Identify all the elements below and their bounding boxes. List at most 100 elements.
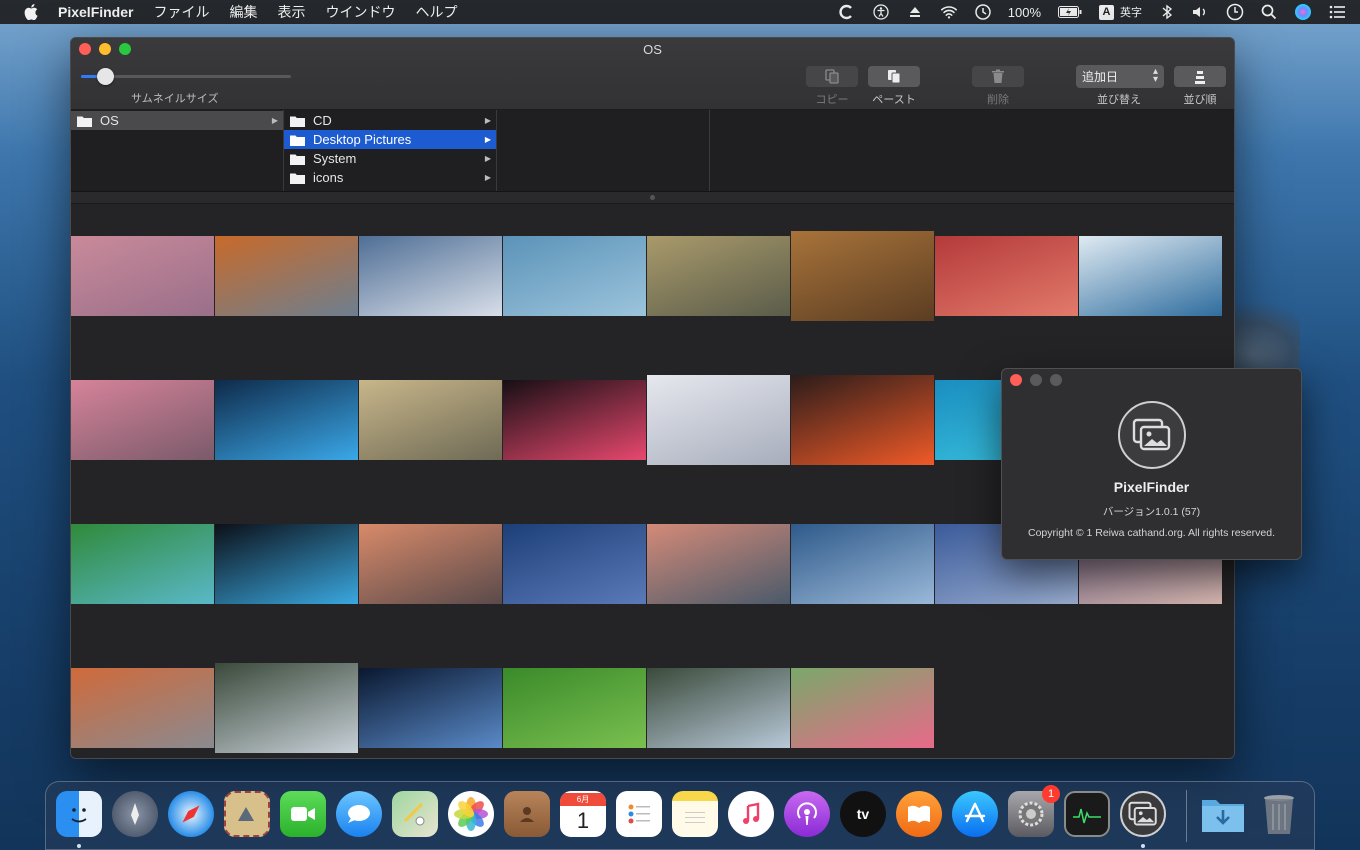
notification-center-icon[interactable] [1328,3,1346,21]
reminders-icon[interactable] [616,791,662,837]
apple-menu-icon[interactable] [22,3,40,21]
wallpaper-thumbnail[interactable] [359,668,502,748]
podcasts-icon[interactable] [784,791,830,837]
mail-icon[interactable] [224,791,270,837]
app-store-icon[interactable] [952,791,998,837]
about-version: バージョン1.0.1 (57) [1102,506,1201,518]
tv-icon[interactable]: tv [840,791,886,837]
sort-order-icon [1195,70,1205,84]
pixelfinder-icon[interactable] [1120,791,1166,837]
wallpaper-thumbnail[interactable] [215,524,358,604]
trash-icon[interactable] [1256,791,1302,837]
delete-label: 削除 [987,94,1009,106]
wallpaper-thumbnail[interactable] [503,668,646,748]
eject-icon[interactable] [906,3,924,21]
siri-icon[interactable] [1294,3,1312,21]
notes-icon[interactable] [672,791,718,837]
copy-button[interactable] [806,66,858,87]
menu-edit[interactable]: 編集 [229,2,257,22]
wallpaper-thumbnail[interactable] [647,524,790,604]
spotlight-search-icon[interactable] [1260,3,1278,21]
wallpaper-thumbnail[interactable] [359,524,502,604]
split-divider[interactable] [71,192,1234,204]
wallpaper-thumbnail[interactable] [71,524,214,604]
menu-help[interactable]: ヘルプ [415,2,457,22]
window-title: OS [643,42,662,57]
battery-icon[interactable] [1057,3,1083,21]
wifi-icon[interactable] [940,3,958,21]
wallpaper-thumbnail[interactable] [215,380,358,460]
wallpaper-thumbnail[interactable] [647,668,790,748]
about-app-name: PixelFinder [1113,479,1190,495]
paste-button[interactable] [868,66,920,87]
messages-icon[interactable] [336,791,382,837]
bluetooth-icon[interactable] [1158,3,1176,21]
window-titlebar: OS サムネイルサイズ コピー ペースト 削除 追加日 ▴ ▾ 並び替え 並び順 [71,38,1234,110]
contacts-icon[interactable] [504,791,550,837]
split-handle[interactable] [650,195,655,200]
photos-icon[interactable] [448,791,494,837]
wallpaper-thumbnail[interactable] [359,380,502,460]
facetime-icon[interactable] [280,791,326,837]
wallpaper-thumbnail[interactable] [71,236,214,316]
system-preferences-icon[interactable]: 1 [1008,785,1060,837]
wallpaper-thumbnail[interactable] [215,663,358,753]
wallpaper-thumbnail[interactable] [359,236,502,316]
pixelfinder-app-icon [1118,401,1186,469]
wallpaper-thumbnail[interactable] [215,236,358,316]
about-close-button[interactable] [1010,374,1022,386]
creative-cloud-icon[interactable] [838,3,856,21]
wallpaper-thumbnail[interactable] [503,380,646,460]
wallpaper-thumbnail[interactable] [71,380,214,460]
wallpaper-thumbnail[interactable] [791,524,934,604]
clock-icon[interactable] [1226,3,1244,21]
wallpaper-thumbnail[interactable] [791,668,934,748]
running-indicator [1141,844,1145,848]
sort-select[interactable]: 追加日 ▴ ▾ [1076,65,1164,88]
paste-icon [888,70,901,84]
input-mode-label[interactable]: 英字 [1120,4,1142,20]
about-zoom-button [1050,374,1062,386]
browser-item-label: Desktop Pictures [313,132,412,147]
wallpaper-thumbnail[interactable] [647,236,790,316]
calendar-icon[interactable]: 6月 1 [560,791,606,837]
wallpaper-thumbnail[interactable] [791,375,934,465]
wallpaper-thumbnail[interactable] [791,231,934,321]
time-machine-icon[interactable] [974,3,992,21]
browser-item-cd[interactable]: CD ▶ [284,111,496,130]
trash-small-icon [992,69,1004,83]
accessibility-icon[interactable] [872,3,890,21]
calendar-month: 6月 [560,792,606,806]
input-source-icon[interactable]: A [1099,4,1114,20]
about-copyright: Copyright © 1 Reiwa cathand.org. All rig… [1027,527,1276,539]
wallpaper-thumbnail[interactable] [935,236,1078,316]
books-icon[interactable] [896,791,942,837]
menu-app-name[interactable]: PixelFinder [58,4,133,20]
browser-item-icons[interactable]: icons ▶ [284,168,496,187]
folder-icon [290,115,305,127]
folder-icon [290,153,305,165]
wallpaper-thumbnail[interactable] [503,236,646,316]
wallpaper-thumbnail[interactable] [503,524,646,604]
slider-knob[interactable] [97,68,114,85]
safari-icon[interactable] [168,791,214,837]
music-icon[interactable] [728,791,774,837]
wallpaper-thumbnail[interactable] [1079,236,1222,316]
launchpad-icon[interactable] [112,791,158,837]
wallpaper-thumbnail[interactable] [647,375,790,465]
finder-icon[interactable] [56,791,102,837]
browser-item-desktop-pictures[interactable]: Desktop Pictures ▶ [284,130,496,149]
disclosure-arrow-icon: ▶ [484,173,491,182]
wallpaper-thumbnail[interactable] [71,668,214,748]
volume-icon[interactable] [1192,3,1210,21]
sort-order-button[interactable] [1174,66,1226,87]
browser-item-system[interactable]: System ▶ [284,149,496,168]
activity-monitor-icon[interactable] [1064,791,1110,837]
browser-item-os[interactable]: OS ▶ [71,111,283,130]
maps-icon[interactable] [392,791,438,837]
menu-file[interactable]: ファイル [153,2,209,22]
downloads-folder-icon[interactable] [1200,791,1246,837]
menu-view[interactable]: 表示 [277,2,305,22]
menu-window[interactable]: ウインドウ [325,2,395,22]
delete-button[interactable] [972,66,1024,87]
